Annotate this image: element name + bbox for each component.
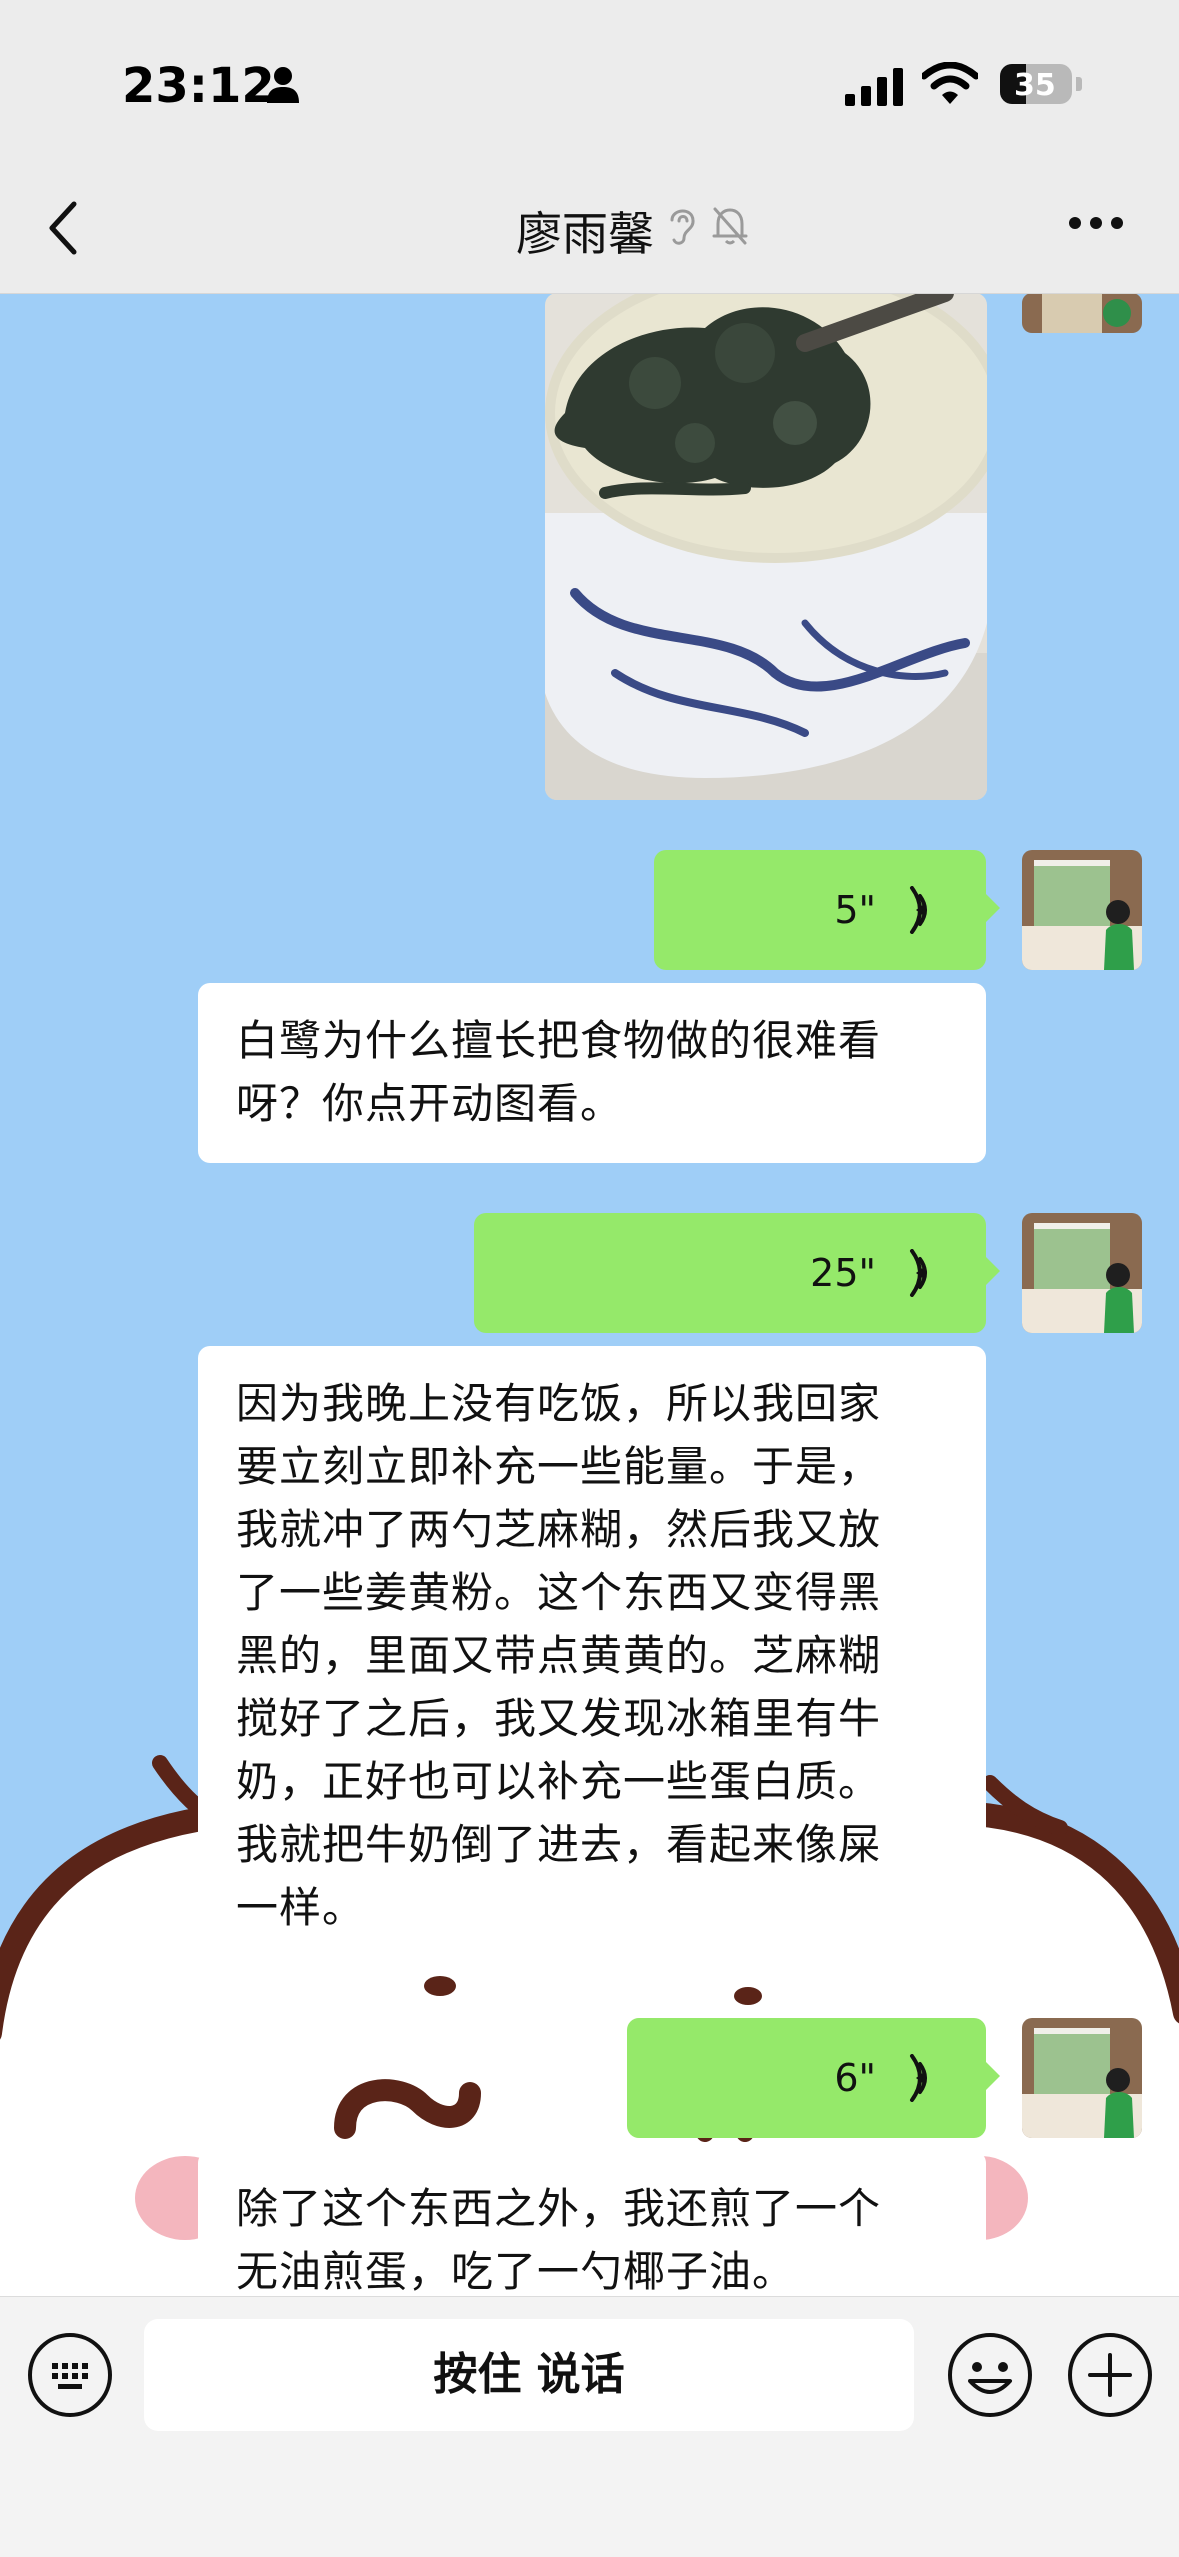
chat-title: 廖雨馨 — [516, 207, 654, 261]
text-message: 因为我晚上没有吃饭，所以我回家 要立刻立即补充一些能量。于是， 我就冲了两勺芝麻… — [198, 1346, 986, 1966]
voice-wave-icon — [910, 1249, 927, 1297]
chat-header: 廖雨馨 — [0, 160, 1179, 294]
voice-duration: 6" — [834, 2056, 876, 2100]
voice-wave-icon — [910, 886, 927, 934]
emoji-icon[interactable] — [946, 2331, 1034, 2419]
voice-message[interactable]: 25" — [474, 1213, 1000, 1333]
voice-message[interactable]: 5" — [654, 850, 1000, 970]
avatar[interactable] — [1022, 293, 1142, 333]
voice-message[interactable]: 6" — [627, 2018, 1000, 2138]
avatar[interactable] — [1022, 1213, 1142, 1333]
voice-wave-icon — [910, 2054, 927, 2102]
person-icon — [267, 67, 299, 103]
status-bar: 23:12 35 — [0, 0, 1179, 160]
voice-duration: 5" — [834, 888, 876, 932]
avatar[interactable] — [1022, 850, 1142, 970]
ear-icon — [670, 209, 695, 245]
battery-level: 35 — [1014, 68, 1056, 103]
input-bar: 按住 说话 — [0, 2296, 1179, 2557]
back-icon[interactable] — [44, 198, 84, 258]
status-time: 23:12 — [122, 58, 275, 114]
chat-area[interactable]: 5" 白鹭为什么擅长把食物做的很难看 呀？你点开动图看。 25" 因为我晚上没有… — [0, 293, 1179, 2296]
wifi-icon — [922, 62, 978, 104]
hold-to-talk-button[interactable]: 按住 说话 — [144, 2319, 914, 2431]
voice-duration: 25" — [810, 1251, 876, 1295]
battery-indicator: 35 — [1000, 64, 1082, 104]
keyboard-icon[interactable] — [26, 2331, 114, 2419]
avatar[interactable] — [1022, 2018, 1142, 2138]
more-icon[interactable] — [1068, 216, 1124, 230]
text-message: 白鹭为什么擅长把食物做的很难看 呀？你点开动图看。 — [198, 983, 986, 1163]
signal-icon — [845, 68, 903, 106]
mute-icon — [712, 207, 748, 245]
photo-message[interactable] — [545, 293, 987, 800]
text-message: 除了这个东西之外，我还煎了一个 无油煎蛋，吃了一勺椰子油。 — [198, 2151, 986, 2296]
plus-icon[interactable] — [1066, 2331, 1154, 2419]
